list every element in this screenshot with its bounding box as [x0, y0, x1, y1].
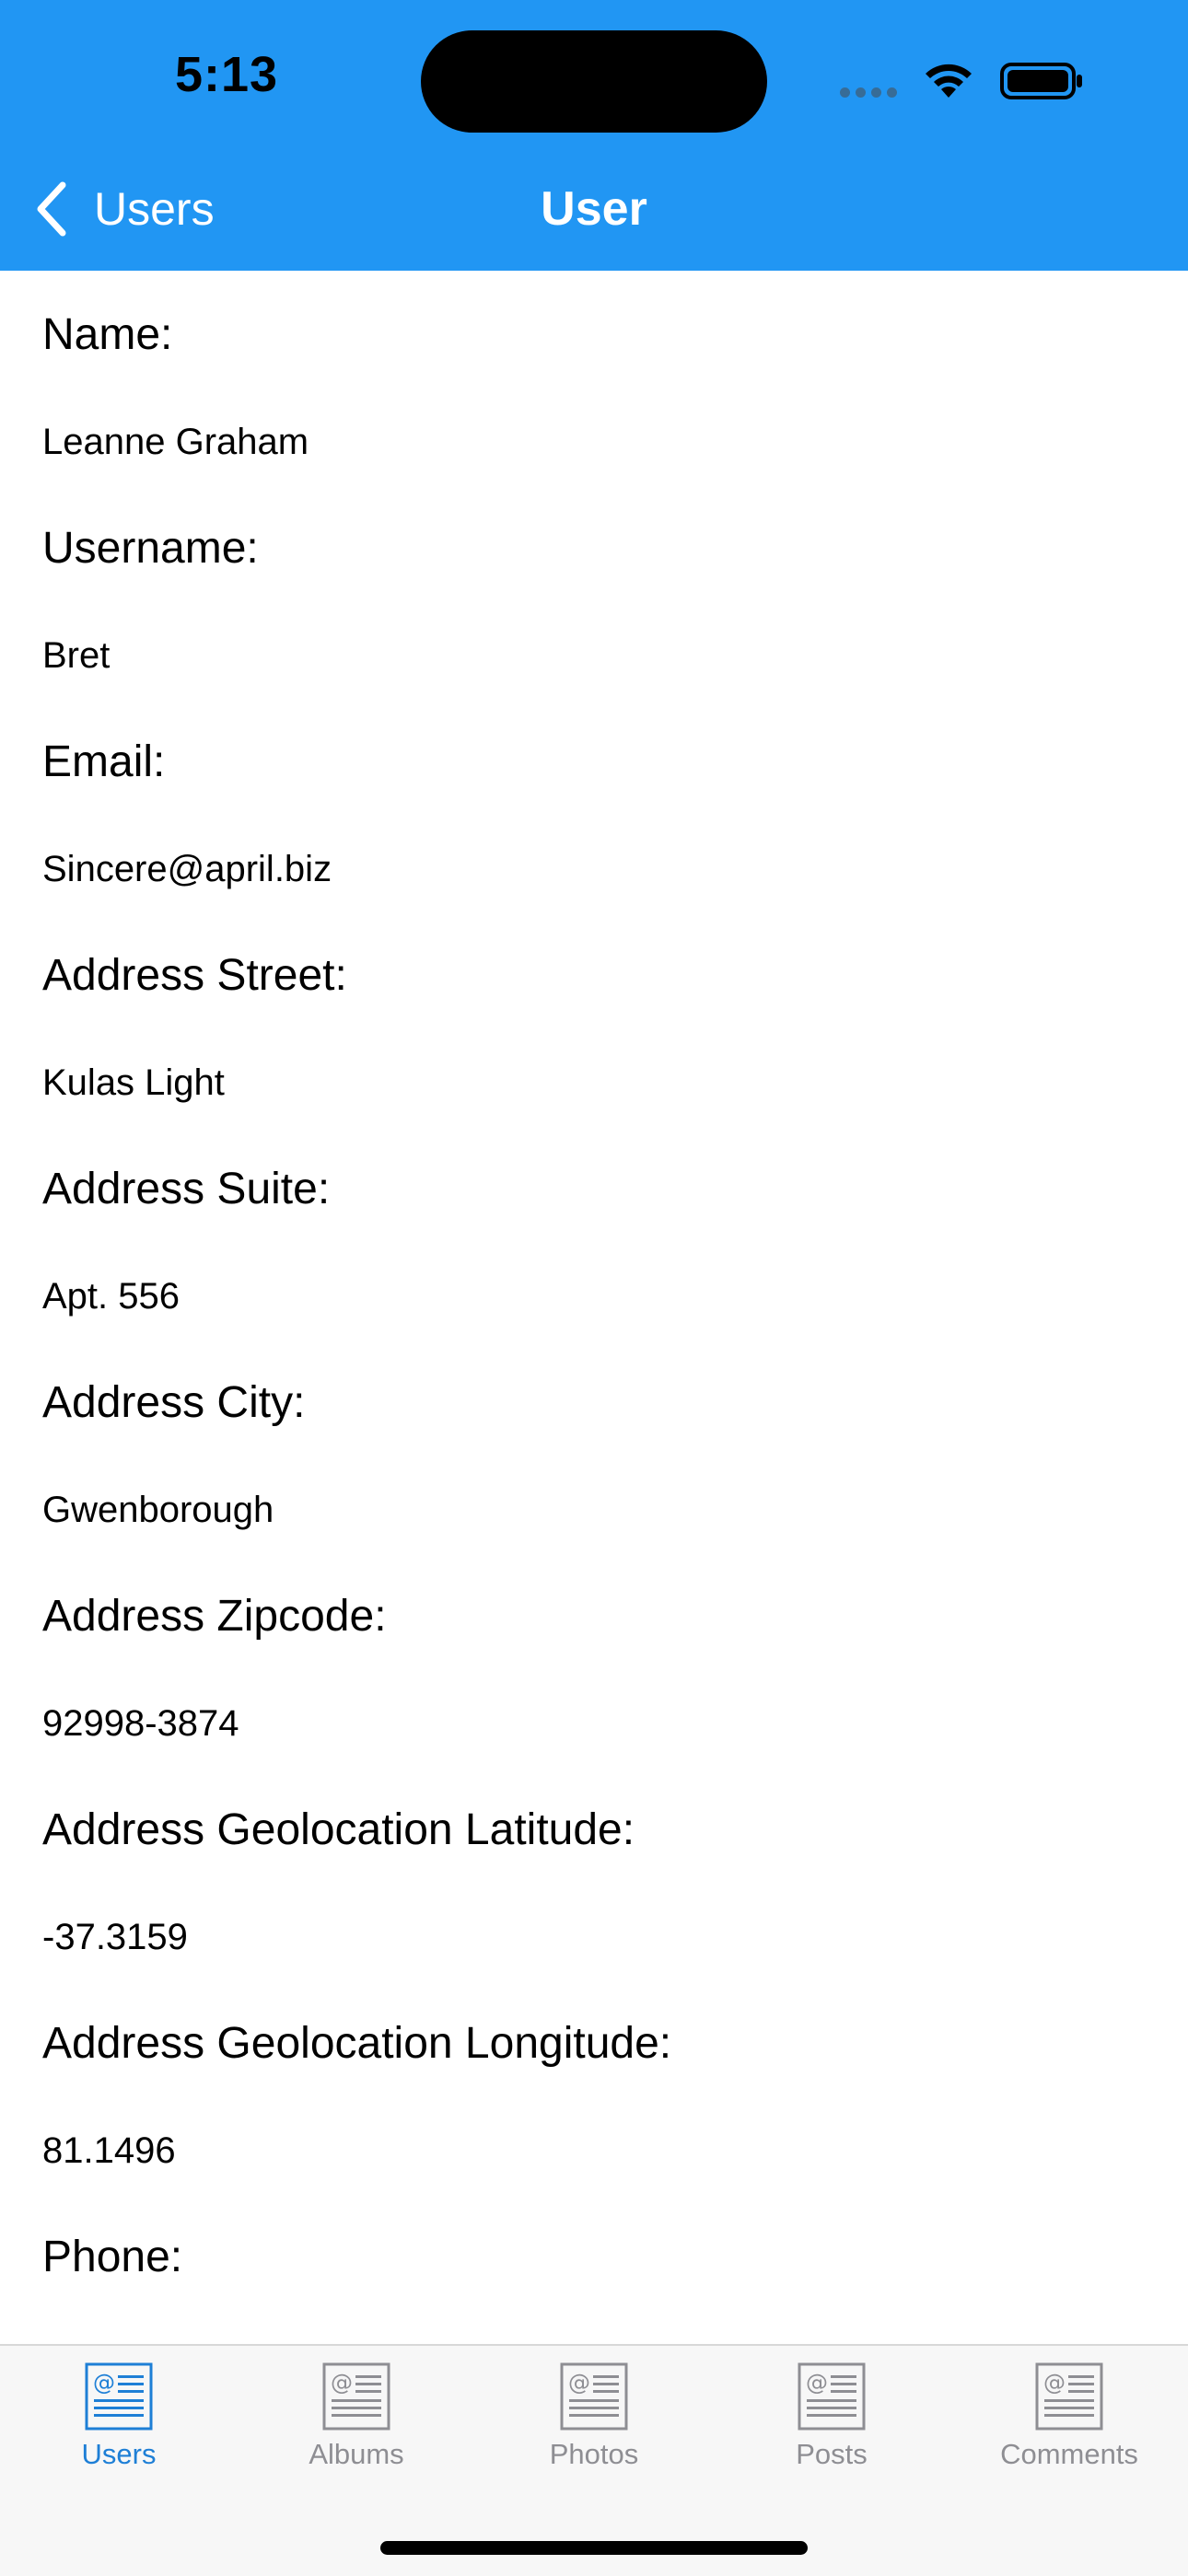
tab-photos[interactable]: @ Photos: [475, 2362, 713, 2471]
field-label: Address City:: [42, 1378, 306, 1427]
field-label: Address Suite:: [42, 1165, 331, 1213]
tab-bar: @ Users @ Albums @ Photos @ Posts @ Comm…: [0, 2344, 1188, 2576]
page-title: User: [541, 182, 647, 236]
field-label: Address Geolocation Latitude:: [42, 1805, 635, 1854]
field-value: Kulas Light: [42, 1062, 225, 1103]
news-icon: @: [1035, 2362, 1103, 2431]
field-label: Email:: [42, 737, 166, 786]
news-icon: @: [560, 2362, 628, 2431]
field-label: Address Zipcode:: [42, 1592, 387, 1641]
field-label: Name:: [42, 310, 173, 359]
field-value: Apt. 556: [42, 1276, 181, 1317]
field-label: Username:: [42, 524, 259, 573]
svg-text:@: @: [1043, 2370, 1066, 2396]
field-value: 92998-3874: [42, 1703, 239, 1744]
tab-label: Comments: [1000, 2438, 1138, 2470]
field-label: Phone:: [42, 2233, 183, 2281]
field-value: Bret: [42, 635, 111, 676]
tab-posts[interactable]: @ Posts: [713, 2362, 950, 2471]
wifi-icon: [926, 64, 972, 98]
tab-label: Posts: [796, 2438, 868, 2470]
field-label: Address Street:: [42, 951, 347, 1000]
home-indicator[interactable]: [380, 2541, 808, 2555]
battery-icon: [1000, 63, 1082, 99]
svg-text:@: @: [568, 2370, 590, 2396]
tab-comments[interactable]: @ Comments: [950, 2362, 1188, 2471]
field-value: 81.1496: [42, 2130, 176, 2171]
field-value: -37.3159: [42, 1917, 188, 1957]
navigation-header: 5:13 Users User: [0, 0, 1188, 271]
tab-label: Photos: [549, 2438, 639, 2470]
news-icon: @: [798, 2362, 866, 2431]
field-label: Address Geolocation Longitude:: [42, 2019, 672, 2068]
field-value: Sincere@april.biz: [42, 849, 332, 889]
dynamic-island: [421, 30, 767, 133]
tab-label: Albums: [309, 2438, 404, 2470]
svg-text:@: @: [93, 2370, 115, 2396]
cellular-signal-icon: [840, 86, 903, 102]
field-value: Gwenborough: [42, 1490, 274, 1530]
news-icon: @: [322, 2362, 390, 2431]
news-icon: @: [85, 2362, 153, 2431]
tab-users[interactable]: @ Users: [0, 2362, 238, 2471]
field-value: Leanne Graham: [42, 422, 309, 462]
status-time: 5:13: [175, 47, 279, 102]
svg-text:@: @: [331, 2370, 353, 2396]
tab-label: Users: [81, 2438, 157, 2470]
svg-text:@: @: [806, 2370, 828, 2396]
tab-albums[interactable]: @ Albums: [238, 2362, 475, 2471]
